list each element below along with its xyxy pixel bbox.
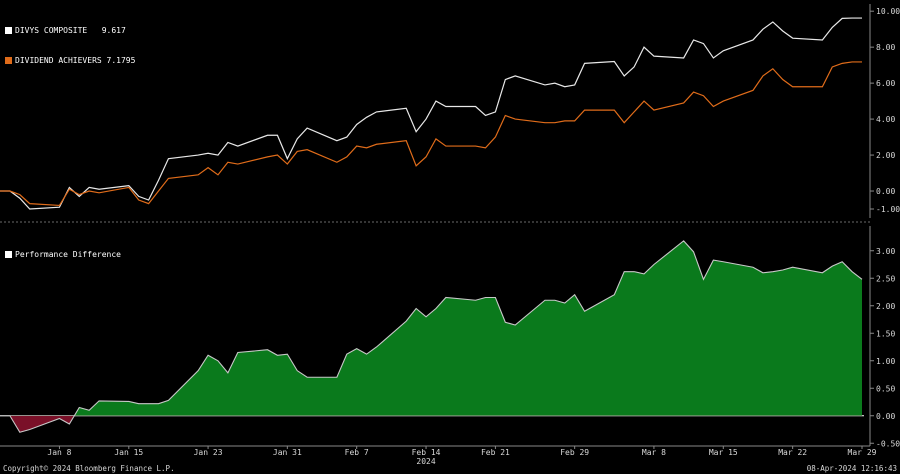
legend-swatch-divys	[5, 27, 12, 34]
x-tick-label: Jan 31	[273, 448, 302, 457]
x-tick-label: Feb 7	[345, 448, 369, 457]
legend-swatch-perf-diff	[5, 251, 12, 258]
legend-entry-perf-diff: Performance Difference	[5, 250, 121, 260]
legend-entry-divys: DIVYS COMPOSITE 9.617	[5, 26, 135, 36]
x-tick-label: Feb 21	[481, 448, 510, 457]
x-tick-label: Mar 15	[709, 448, 738, 457]
x-tick-label: Mar 22	[778, 448, 807, 457]
legend-label-achievers: DIVIDEND ACHIEVERS	[15, 56, 102, 65]
legend-value-divys: 9.617	[101, 26, 126, 35]
x-tick-label: Feb 14	[412, 448, 441, 457]
legend-label-perf-diff: Performance Difference	[15, 250, 121, 259]
x-tick-label: Jan 23	[194, 448, 223, 457]
bottom-ytick-label: 3.00	[876, 247, 895, 256]
x-axis-year-label: 2024	[416, 457, 435, 466]
legend-label-divys: DIVYS COMPOSITE	[15, 26, 88, 35]
top-ytick-label: 10.00	[876, 7, 900, 16]
top-ytick-label: -1.00	[876, 205, 900, 214]
bottom-panel-legend: Performance Difference	[5, 230, 121, 270]
legend-value-achievers: 7.1795	[106, 56, 136, 65]
x-tick-label: Jan 15	[114, 448, 143, 457]
top-ytick-label: 6.00	[876, 79, 895, 88]
x-tick-label: Mar 8	[642, 448, 666, 457]
bottom-ytick-label: 1.00	[876, 357, 895, 366]
legend-entry-achievers: DIVIDEND ACHIEVERS 7.1795	[5, 56, 135, 66]
legend-swatch-achievers	[5, 57, 12, 64]
top-ytick-label: 0.00	[876, 187, 895, 196]
top-panel-legend: DIVYS COMPOSITE 9.617 DIVIDEND ACHIEVERS…	[5, 6, 135, 76]
x-tick-label: Jan 8	[47, 448, 71, 457]
bottom-ytick-label: 2.00	[876, 302, 895, 311]
timestamp-text: 08-Apr-2024 12:16:43	[806, 464, 897, 473]
top-ytick-label: 8.00	[876, 43, 895, 52]
bottom-ytick-label: 2.50	[876, 274, 895, 283]
copyright-text: Copyright© 2024 Bloomberg Finance L.P.	[3, 464, 175, 473]
x-tick-label: Feb 29	[560, 448, 589, 457]
top-ytick-label: 2.00	[876, 151, 895, 160]
bottom-ytick-label: -0.50	[876, 439, 900, 448]
bottom-ytick-label: 1.50	[876, 329, 895, 338]
bottom-ytick-label: 0.50	[876, 384, 895, 393]
top-ytick-label: 4.00	[876, 115, 895, 124]
bottom-ytick-label: 0.00	[876, 412, 895, 421]
x-tick-label: Mar 29	[848, 448, 877, 457]
